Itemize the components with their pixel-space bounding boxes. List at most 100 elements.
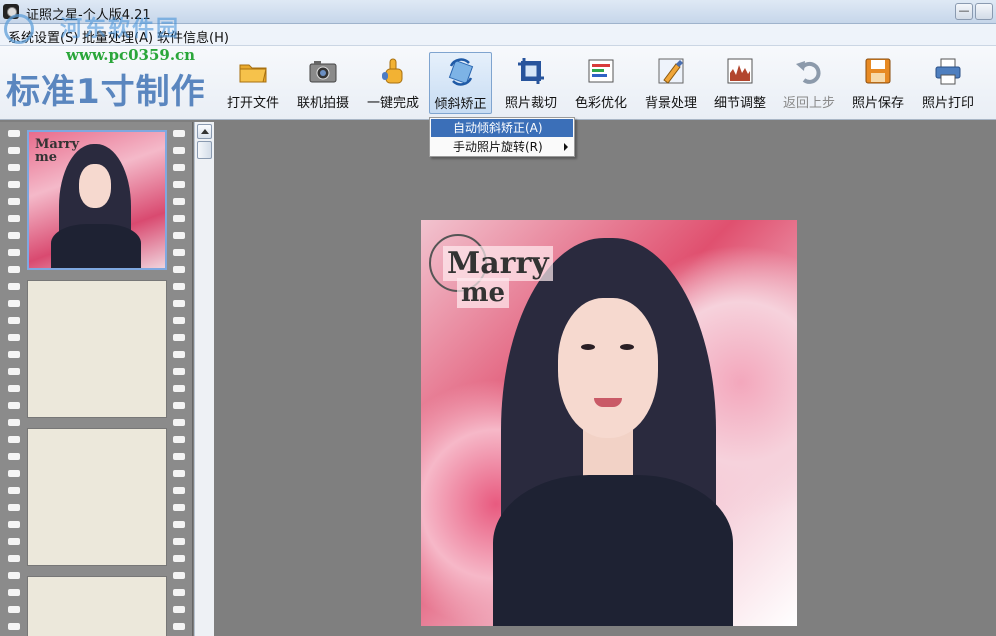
film-sprocket-hole [8,130,20,137]
film-sprocket-hole [173,589,185,596]
film-sprocket-hole [8,402,20,409]
scroll-thumb[interactable] [197,141,212,159]
film-sprocket-hole [8,164,20,171]
photo-save-button[interactable]: 照片保存 [847,52,909,114]
film-sprocket-hole [8,334,20,341]
undo-icon [794,56,824,86]
film-sprocket-hole [173,215,185,222]
open-file-label: 打开文件 [226,96,279,111]
film-sprocket-hole [8,266,20,273]
menu-manual-rotate[interactable]: 手动照片旋转(R) [431,138,573,156]
film-sprocket-hole [8,181,20,188]
film-sprocket-hole [8,147,20,154]
film-sprocket-hole [8,470,20,477]
thumbnail-frame-empty[interactable] [27,428,167,566]
photo-eye [581,344,595,350]
film-sprocket-hole [8,504,20,511]
film-sprocket-hole [173,555,185,562]
film-strip: Marry me [0,122,193,636]
thumbnail-dress [51,224,141,268]
open-file-button[interactable]: 打开文件 [224,52,282,114]
one-click-complete-label: 一键完成 [366,96,419,111]
color-optimize-label: 色彩优化 [574,96,627,111]
detail-adjust-button[interactable]: 细节调整 [709,52,771,114]
photo-caption-line2: me [457,278,510,308]
film-sprocket-hole [8,351,20,358]
film-sprocket-hole [8,521,20,528]
color-optimize-button[interactable]: 色彩优化 [570,52,632,114]
main-photo[interactable]: Marry me [421,220,797,626]
thumbnail-frame-selected[interactable]: Marry me [27,130,167,270]
film-sprocket-hole [173,334,185,341]
thumbnail-frame-empty[interactable] [27,576,167,636]
tilt-correction-label: 倾斜矫正 [434,97,487,112]
film-sprocket-hole [173,317,185,324]
rotate-correct-icon [446,57,476,87]
film-sprocket-hole [173,385,185,392]
film-sprocket-hole [173,606,185,613]
film-sprocket-hole [173,266,185,273]
film-sprocket-hole [8,572,20,579]
scroll-up-button[interactable] [197,124,212,139]
film-sprocket-hole [173,402,185,409]
watermark-logo-icon [4,14,34,44]
film-sprocket-hole [173,164,185,171]
menu-auto-tilt-correction[interactable]: 自动倾斜矫正(A) [431,119,573,137]
photo-crop-label: 照片裁切 [504,96,557,111]
film-sprocket-hole [173,198,185,205]
film-sprocket-hole [8,453,20,460]
photo-crop-button[interactable]: 照片裁切 [502,52,560,114]
film-sprocket-hole [173,419,185,426]
detail-adjust-icon [725,56,755,86]
film-sprocket-hole [8,419,20,426]
photo-print-label: 照片打印 [921,96,974,111]
film-sprocket-hole [8,249,20,256]
detail-adjust-label: 细节调整 [713,96,766,111]
film-sprocket-hole [8,368,20,375]
film-sprocket-hole [8,215,20,222]
tilt-correction-button[interactable]: 倾斜矫正 [429,52,492,114]
minimize-button[interactable]: — [955,3,973,20]
online-capture-button[interactable]: 联机拍摄 [294,52,352,114]
film-sprocket-hole [8,198,20,205]
film-sprocket-hole [8,606,20,613]
thumbnail-frame-empty[interactable] [27,280,167,418]
film-sprocket-hole [8,589,20,596]
film-sprocket-hole [173,504,185,511]
film-sprocket-hole [173,487,185,494]
photo-eye [620,344,634,350]
photo-save-label: 照片保存 [851,96,904,111]
film-sprocket-hole [8,300,20,307]
film-sprocket-hole [8,232,20,239]
film-sprocket-hole [8,436,20,443]
color-levels-icon [586,56,616,86]
film-sprocket-hole [173,436,185,443]
background-process-button[interactable]: 背景处理 [640,52,702,114]
photo-face [558,298,658,438]
film-sprocket-hole [173,470,185,477]
film-sprocket-hole [173,572,185,579]
online-capture-label: 联机拍摄 [296,96,349,111]
film-sprocket-hole [8,555,20,562]
restore-button[interactable] [975,3,993,20]
mode-title: 标准1寸制作 [6,72,206,112]
film-sprocket-hole [8,283,20,290]
photo-print-button[interactable]: 照片打印 [917,52,979,114]
film-sprocket-hole [173,232,185,239]
film-sprocket-hole [8,317,20,324]
camera-icon [308,56,338,86]
one-click-complete-button[interactable]: 一键完成 [362,52,424,114]
filmstrip-scrollbar[interactable] [194,122,214,636]
film-sprocket-hole [173,453,185,460]
background-brush-icon [656,56,686,86]
thumbnail-face [79,164,111,208]
photo-dress [493,475,733,626]
film-sprocket-hole [173,300,185,307]
submenu-arrow-icon [564,143,568,151]
undo-button[interactable]: 返回上步 [778,52,840,114]
crop-icon [516,56,546,86]
film-sprocket-hole [173,623,185,630]
tilt-correction-dropdown: 自动倾斜矫正(A) 手动照片旋转(R) [429,117,575,157]
watermark-url: www.pc0359.cn [66,46,196,64]
film-sprocket-hole [8,538,20,545]
